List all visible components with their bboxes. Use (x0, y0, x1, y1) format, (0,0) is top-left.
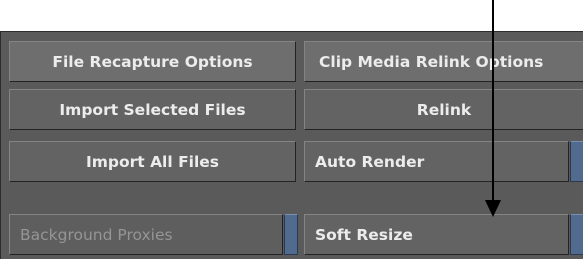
auto-render-toggle[interactable]: Auto Render (304, 141, 569, 182)
auto-render-toggle-indicator[interactable] (570, 141, 583, 182)
callout-arrow-head-icon (485, 200, 501, 217)
clip-media-relink-options-button[interactable]: Clip Media Relink Options (304, 41, 583, 82)
soft-resize-toggle[interactable]: Soft Resize (304, 214, 569, 255)
soft-resize-toggle-indicator[interactable] (570, 214, 583, 255)
file-recapture-options-button[interactable]: File Recapture Options (9, 41, 296, 82)
relink-button[interactable]: Relink (304, 89, 583, 130)
import-selected-files-button[interactable]: Import Selected Files (9, 89, 296, 130)
media-options-panel: File Recapture Options Clip Media Relink… (0, 31, 583, 259)
screenshot-canvas: File Recapture Options Clip Media Relink… (0, 0, 583, 259)
callout-arrow-line (492, 0, 494, 202)
background-proxies-toggle-indicator[interactable] (284, 214, 298, 255)
background-proxies-toggle[interactable]: Background Proxies (9, 214, 283, 255)
import-all-files-button[interactable]: Import All Files (9, 141, 296, 182)
